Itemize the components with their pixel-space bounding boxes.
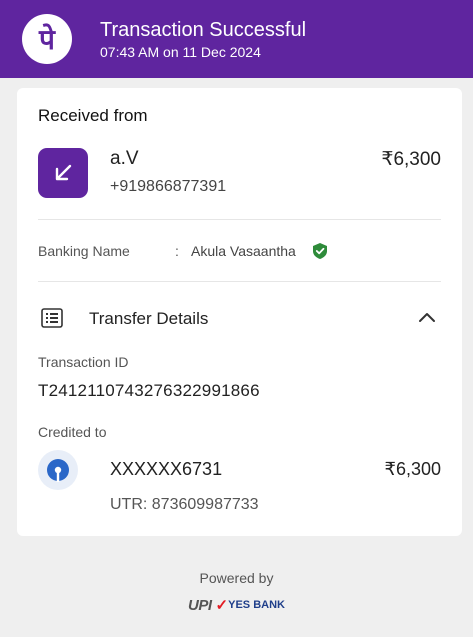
sbi-logo-icon <box>38 450 78 490</box>
sender-phone: +919866877391 <box>110 178 227 195</box>
yes-bank-text: YES BANK <box>228 599 285 611</box>
header-bar: पे Transaction Successful 07:43 AM on 11… <box>0 0 473 78</box>
utr-number[interactable]: UTR: 873609987733 <box>110 496 259 514</box>
arrow-down-left-icon <box>38 148 88 198</box>
powered-by-label: Powered by <box>199 570 274 586</box>
transaction-timestamp: 07:43 AM on 11 Dec 2024 <box>100 44 261 60</box>
checkmark-icon: ✓ <box>215 597 229 614</box>
credited-amount: ₹6,300 <box>384 459 442 479</box>
received-from-title: Received from <box>38 106 148 125</box>
banking-name-label: Banking Name <box>38 243 130 259</box>
transaction-id-label: Transaction ID <box>38 354 129 370</box>
transfer-details-title[interactable]: Transfer Details <box>89 309 208 329</box>
yes-bank-logo: ✓ YES BANK <box>216 596 285 614</box>
phonepe-logo-text: पे <box>39 24 55 55</box>
page-title: Transaction Successful <box>100 19 307 41</box>
footer-logos: UPI ✓ YES BANK <box>0 596 473 615</box>
list-icon <box>41 308 63 333</box>
banking-name-value: Akula Vasaantha <box>191 243 296 259</box>
banking-name-separator: : <box>175 243 179 259</box>
phonepe-logo-icon: पे <box>22 14 72 64</box>
transaction-card: Received from a.V +919866877391 ₹6,300 B… <box>17 88 462 536</box>
credited-to-label: Credited to <box>38 424 107 440</box>
upi-logo: UPI <box>188 596 212 614</box>
received-amount: ₹6,300 <box>381 149 441 170</box>
divider <box>38 281 441 282</box>
header-text: Transaction Successful 07:43 AM on 11 De… <box>100 18 306 60</box>
chevron-up-icon[interactable] <box>418 310 436 328</box>
divider <box>38 219 441 220</box>
credited-account: XXXXXX6731 <box>110 459 223 479</box>
shield-check-icon <box>313 243 327 264</box>
sender-name: a.V <box>110 148 139 169</box>
transaction-id-value[interactable]: T2412110743276322991866 <box>38 381 260 401</box>
